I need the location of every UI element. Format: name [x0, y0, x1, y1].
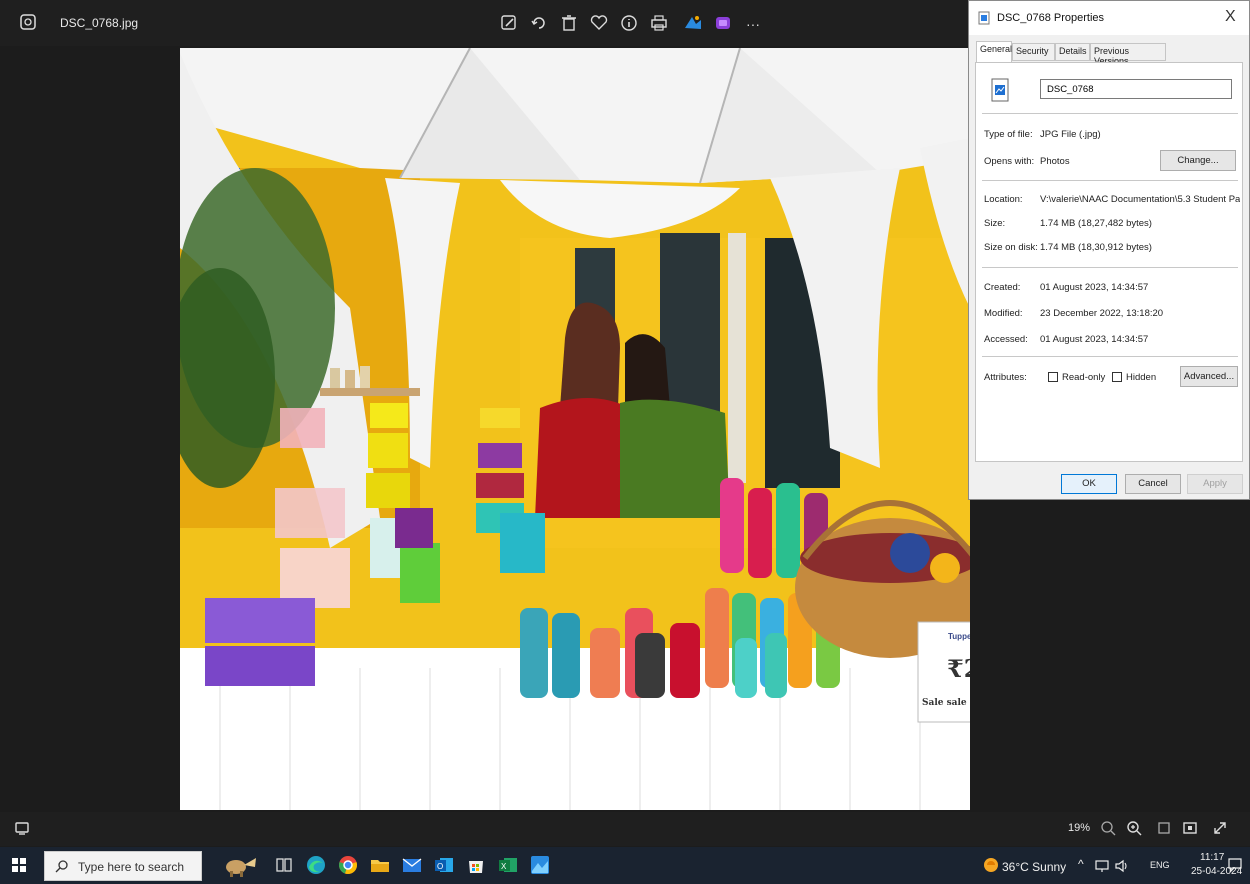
price-sign-caption: Sale sale sale sale — [922, 698, 970, 708]
weather-readout[interactable]: 36°C Sunny — [1002, 860, 1066, 874]
close-icon[interactable]: X — [1225, 8, 1236, 26]
change-button[interactable]: Change... — [1160, 150, 1236, 171]
edge-browser-icon[interactable] — [304, 853, 328, 877]
more-icon[interactable]: ··· — [746, 16, 768, 38]
chevron-up-icon[interactable]: ^ — [1078, 857, 1084, 871]
apply-button[interactable]: Apply — [1187, 474, 1243, 494]
size-label: Size: — [984, 218, 1006, 229]
separator — [982, 356, 1238, 357]
accessed-label: Accessed: — [984, 334, 1028, 345]
delete-icon[interactable] — [558, 12, 580, 34]
search-placeholder: Type here to search — [78, 860, 185, 874]
location-label: Location: — [984, 194, 1023, 205]
file-explorer-icon[interactable] — [368, 853, 392, 877]
tab-details[interactable]: Details — [1055, 43, 1090, 61]
photos-app-icon — [18, 12, 38, 32]
tab-security[interactable]: Security — [1012, 43, 1055, 61]
readonly-checkbox[interactable] — [1048, 372, 1058, 382]
actual-size-icon[interactable] — [1154, 818, 1174, 838]
created-label: Created: — [984, 282, 1021, 293]
photos-taskbar-icon[interactable] — [528, 853, 552, 877]
general-tab-panel: DSC_0768 Type of file: JPG File (.jpg) O… — [975, 62, 1243, 462]
dialog-title: DSC_0768 Properties — [997, 12, 1105, 24]
print-icon[interactable] — [648, 12, 670, 34]
displayed-photo: Tupperware ₹200 Sale sale sale sale — [180, 48, 970, 810]
zoom-level: 19% — [1068, 822, 1091, 834]
outlook-icon[interactable]: O — [432, 853, 456, 877]
file-name-input[interactable]: DSC_0768 — [1040, 79, 1232, 99]
edit-icon[interactable] — [498, 12, 520, 34]
opens-with-value: Photos — [1040, 156, 1070, 167]
filmstrip-icon[interactable] — [12, 818, 32, 838]
tab-previous-versions[interactable]: Previous Versions — [1090, 43, 1166, 66]
modified-label: Modified: — [984, 308, 1023, 319]
properties-dialog: DSC_0768 Properties X General Security D… — [968, 0, 1250, 500]
file-type-icon — [990, 78, 1010, 107]
editor-app-icon[interactable] — [682, 12, 704, 34]
svg-text:X: X — [501, 862, 507, 871]
image-file-icon — [977, 11, 991, 30]
opens-with-label: Opens with: — [984, 156, 1035, 167]
price-sign-amount: ₹200 — [947, 654, 970, 683]
separator — [982, 180, 1238, 181]
volume-icon[interactable] — [1114, 858, 1130, 879]
type-of-file-value: JPG File (.jpg) — [1040, 129, 1101, 140]
photos-bottom-bar — [0, 812, 1250, 846]
store-icon[interactable] — [464, 853, 488, 877]
tab-general[interactable]: General — [976, 41, 1012, 63]
created-value: 01 August 2023, 14:34:57 — [1040, 282, 1149, 293]
separator — [982, 267, 1238, 268]
favorite-icon[interactable] — [588, 12, 610, 34]
excel-icon[interactable]: X — [496, 853, 520, 877]
hidden-checkbox[interactable] — [1112, 372, 1122, 382]
input-language[interactable]: ENG — [1150, 860, 1170, 870]
attributes-label: Attributes: — [984, 372, 1027, 383]
fit-to-window-icon[interactable] — [1180, 818, 1200, 838]
ok-button[interactable]: OK — [1061, 474, 1117, 494]
chrome-browser-icon[interactable] — [336, 853, 360, 877]
search-highlight-icon[interactable] — [222, 853, 262, 877]
clipchamp-icon[interactable] — [712, 12, 734, 34]
notifications-icon[interactable] — [1226, 856, 1244, 879]
svg-text:O: O — [437, 862, 443, 871]
fullscreen-icon[interactable] — [1210, 818, 1230, 838]
separator — [982, 113, 1238, 114]
zoom-out-icon[interactable] — [1098, 818, 1118, 838]
size-value: 1.74 MB (18,27,482 bytes) — [1040, 218, 1152, 229]
mail-icon[interactable] — [400, 853, 424, 877]
cancel-button[interactable]: Cancel — [1125, 474, 1181, 494]
size-on-disk-label: Size on disk: — [984, 242, 1038, 253]
modified-value: 23 December 2022, 13:18:20 — [1040, 308, 1164, 319]
accessed-value: 01 August 2023, 14:34:57 — [1040, 334, 1149, 345]
type-of-file-label: Type of file: — [984, 129, 1033, 140]
windows-start-icon[interactable] — [10, 856, 28, 879]
file-name-title: DSC_0768.jpg — [60, 16, 139, 30]
price-sign-brand: Tupperware — [948, 632, 970, 641]
location-value: V:\valerie\NAAC Documentation\5.3 Studen… — [1040, 194, 1240, 205]
advanced-button[interactable]: Advanced... — [1180, 366, 1238, 387]
weather-icon[interactable] — [982, 856, 1000, 879]
clock-time[interactable]: 11:17 — [1200, 852, 1224, 863]
search-icon — [54, 858, 70, 879]
network-icon[interactable] — [1094, 858, 1110, 879]
readonly-label: Read-only — [1062, 372, 1106, 383]
info-icon[interactable] — [618, 12, 640, 34]
zoom-in-icon[interactable] — [1124, 818, 1144, 838]
task-view-icon[interactable] — [272, 853, 296, 877]
hidden-label: Hidden — [1126, 372, 1157, 383]
rotate-icon[interactable] — [528, 12, 550, 34]
size-on-disk-value: 1.74 MB (18,30,912 bytes) — [1040, 242, 1152, 253]
